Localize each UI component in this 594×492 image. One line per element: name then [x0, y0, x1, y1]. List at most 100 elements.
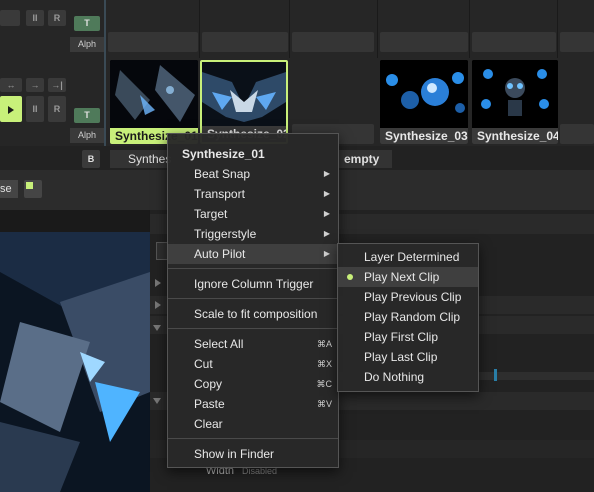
menu-item-label: Beat Snap [194, 167, 251, 181]
collapse-arrow-icon[interactable] [153, 325, 161, 331]
submenu-item-play-last-clip[interactable]: Play Last Clip [338, 347, 478, 367]
toggle-indicator [26, 182, 33, 189]
clip-thumbnail-3[interactable]: Synthesize_03 [380, 60, 468, 144]
menu-item-label: Clear [194, 417, 223, 431]
menu-item-label: Select All [194, 337, 244, 351]
menu-item-label: Show in Finder [194, 447, 275, 461]
menu-item-target[interactable]: Target ▶ [168, 204, 338, 224]
layer1-column-divider-1 [199, 0, 200, 58]
submenu-arrow-icon: ▶ [323, 249, 330, 258]
menu-separator [168, 328, 338, 329]
menu-item-beat-snap[interactable]: Beat Snap ▶ [168, 164, 338, 184]
clip-name-3: Synthesize_03 [380, 128, 468, 144]
clip-preview-art [472, 60, 558, 128]
submenu-item-layer-determined[interactable]: Layer Determined [338, 247, 478, 267]
submenu-item-play-first-clip[interactable]: Play First Clip [338, 327, 478, 347]
layer1-column-divider-2 [289, 0, 290, 58]
menu-shortcut: ⌘A [316, 339, 332, 349]
layer2-t-button[interactable]: T [74, 108, 100, 123]
expand-arrow-icon[interactable] [155, 279, 161, 287]
layer1-clip-slot-5[interactable] [472, 32, 556, 52]
menu-item-select-all[interactable]: Select All ⌘A [168, 334, 338, 354]
left-tab[interactable]: se [0, 180, 18, 198]
menu-shortcut: ⌘X [316, 359, 332, 369]
layer1-column-divider-4 [469, 0, 470, 58]
layer2-alpha-label[interactable]: Alph [70, 128, 104, 143]
layer2-play-button[interactable] [0, 96, 22, 122]
layer1-alpha-label[interactable]: Alph [70, 37, 104, 52]
menu-item-label: Target [194, 207, 228, 221]
play-icon [8, 105, 14, 114]
submenu-item-label: Play Next Clip [364, 270, 440, 284]
clip-thumbnail-4[interactable]: Synthesize_04 [472, 60, 558, 144]
context-menu: Synthesize_01 Beat Snap ▶ Transport ▶ Targ… [167, 133, 339, 468]
clip-preview-art [110, 60, 198, 128]
menu-shortcut: ⌘V [316, 399, 332, 409]
submenu-item-play-previous-clip[interactable]: Play Previous Clip [338, 287, 478, 307]
layer2-step-button[interactable]: →| [48, 78, 66, 92]
layer1-divider [104, 0, 106, 58]
layer2-divider [104, 58, 106, 146]
submenu-item-play-random-clip[interactable]: Play Random Clip [338, 307, 478, 327]
menu-item-label: Cut [194, 357, 213, 371]
preview-image [0, 232, 150, 492]
layer2-loop-button[interactable]: ↔ [0, 78, 22, 92]
menu-item-ignore-column-trigger[interactable]: Ignore Column Trigger [168, 274, 338, 294]
layer1-r-button[interactable]: R [48, 10, 66, 26]
layer1-clip-slot-6[interactable] [560, 32, 594, 52]
menu-item-show-in-finder[interactable]: Show in Finder [168, 444, 338, 464]
menu-item-label: Ignore Column Trigger [194, 277, 314, 291]
menu-item-scale-to-fit[interactable]: Scale to fit composition [168, 304, 338, 324]
context-menu-title: Synthesize_01 [182, 147, 265, 161]
clip-name-4: Synthesize_04 [472, 128, 558, 144]
toolbar-toggle[interactable] [24, 180, 42, 198]
clip-preview-art [202, 62, 286, 128]
b-button[interactable]: B [82, 150, 100, 168]
submenu-arrow-icon: ▶ [323, 169, 330, 178]
submenu-item-do-nothing[interactable]: Do Nothing [338, 367, 478, 387]
submenu-item-play-next-clip[interactable]: Play Next Clip [338, 267, 478, 287]
checkmark-dot-icon [347, 274, 353, 280]
layer1-t-button[interactable]: T [74, 16, 100, 31]
menu-item-triggerstyle[interactable]: Triggerstyle ▶ [168, 224, 338, 244]
layer2-r-button[interactable]: R [48, 96, 66, 122]
layer1-clip-slot-4[interactable] [380, 32, 468, 52]
layer1-column-divider-5 [557, 0, 558, 58]
layer2-forward-button[interactable]: → [26, 78, 44, 92]
layer1-column-divider-3 [377, 0, 378, 58]
menu-separator [168, 298, 338, 299]
clip-thumbnail-2[interactable]: Synthesize_02 [200, 60, 288, 144]
expand-arrow-icon[interactable] [155, 301, 161, 309]
menu-item-label: Paste [194, 397, 225, 411]
layer1-transport-button[interactable] [0, 10, 20, 26]
menu-separator [168, 438, 338, 439]
menu-item-label: Triggerstyle [194, 227, 257, 241]
layer2-clip-slot-6[interactable] [560, 124, 594, 144]
menu-item-copy[interactable]: Copy ⌘C [168, 374, 338, 394]
menu-item-transport[interactable]: Transport ▶ [168, 184, 338, 204]
column-button-empty[interactable]: empty [338, 150, 392, 168]
menu-separator [168, 268, 338, 269]
clip-preview-art [380, 60, 468, 128]
menu-item-paste[interactable]: Paste ⌘V [168, 394, 338, 414]
layer1-pause-button[interactable]: II [26, 10, 44, 26]
layer2-pause-button[interactable]: II [26, 96, 44, 122]
menu-item-auto-pilot[interactable]: Auto Pilot ▶ [168, 244, 338, 264]
param-slider-handle[interactable] [494, 369, 497, 381]
menu-item-clear[interactable]: Clear [168, 414, 338, 434]
menu-item-label: Copy [194, 377, 223, 391]
menu-shortcut: ⌘C [316, 379, 333, 389]
menu-item-label: Auto Pilot [194, 247, 246, 261]
submenu-arrow-icon: ▶ [323, 189, 330, 198]
submenu-arrow-icon: ▶ [323, 209, 330, 218]
collapse-arrow-icon[interactable] [153, 398, 161, 404]
layer1-clip-slot-2[interactable] [202, 32, 288, 52]
submenu-arrow-icon: ▶ [323, 229, 330, 238]
menu-item-label: Transport [194, 187, 245, 201]
auto-pilot-submenu: Layer Determined Play Next Clip Play Pre… [337, 243, 479, 392]
clip-thumbnail-1[interactable]: Synthesize_01 [110, 60, 198, 144]
layer1-clip-slot-1[interactable] [108, 32, 198, 52]
layer1-clip-slot-3[interactable] [292, 32, 374, 52]
menu-item-cut[interactable]: Cut ⌘X [168, 354, 338, 374]
menu-item-label: Scale to fit composition [194, 307, 318, 321]
